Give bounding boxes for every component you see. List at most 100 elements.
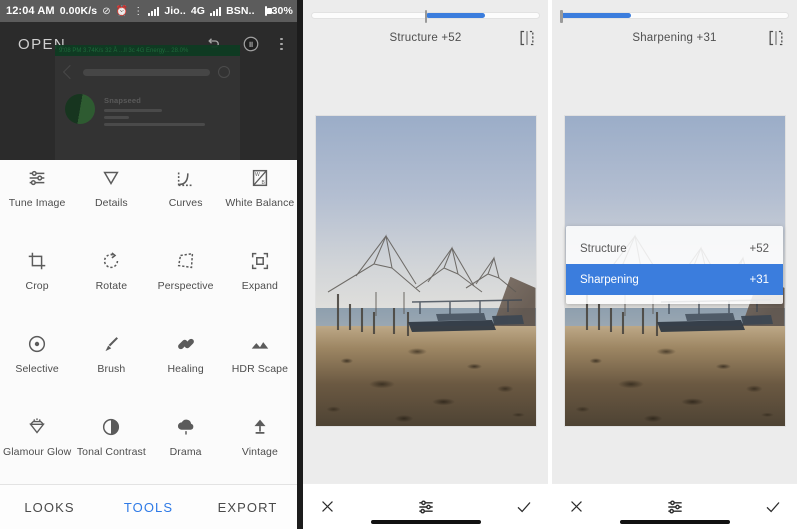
popup-item-structure[interactable]: Structure +52 (566, 233, 783, 264)
ghost-app-text: Snapseed (104, 94, 230, 126)
adjust-sliders-icon[interactable] (416, 497, 436, 517)
selective-icon (25, 332, 49, 356)
photo-canvas[interactable]: Structure +52 Sharpening +31 (552, 62, 797, 483)
tools-grid: Tune Image Details Curves W B White Bala… (0, 160, 297, 529)
tools-grid-scroll[interactable]: Tune Image Details Curves W B White Bala… (0, 160, 297, 518)
dimmed-overlay-region: 12:04 AM 0.00K/s ⊘ ⏰ ⋮ Jio.. 4G BSN.. 30… (0, 0, 297, 160)
tool-hdr-scape[interactable]: HDR Scape (223, 326, 297, 409)
rotate-icon (99, 249, 123, 273)
ghost-app-row: Snapseed (55, 88, 240, 132)
tool-tune-image[interactable]: Tune Image (0, 160, 74, 243)
tool-expand[interactable]: Expand (223, 243, 297, 326)
check-icon[interactable] (514, 497, 534, 517)
structure-slider-handle[interactable] (424, 10, 427, 23)
ghost-search-row (55, 56, 240, 88)
tool-glamour-glow[interactable]: Glamour Glow (0, 409, 74, 492)
tool-details[interactable]: Details (74, 160, 148, 243)
popup-item-sharpening[interactable]: Sharpening +31 (566, 264, 783, 296)
close-icon[interactable] (566, 497, 586, 517)
tab-export[interactable]: EXPORT (198, 500, 297, 515)
sharpening-edit-panel: Sharpening +31 Structure +52 Sharpening … (552, 0, 797, 529)
tool-label: Perspective (157, 280, 214, 292)
healing-icon (174, 332, 198, 356)
sharpening-slider-fill (561, 13, 632, 18)
details-icon (99, 166, 123, 190)
overflow-menu-icon[interactable] (280, 37, 283, 51)
tool-label: Rotate (95, 280, 128, 292)
tool-perspective[interactable]: Perspective (149, 243, 223, 326)
popup-item-name: Sharpening (580, 273, 639, 286)
tool-label: Expand (241, 280, 278, 292)
edited-photo[interactable] (315, 115, 536, 426)
structure-bottom-bar (303, 483, 548, 529)
tool-label: Brush (97, 363, 126, 375)
popup-item-value: +31 (749, 273, 769, 286)
tool-drama[interactable]: Drama (149, 409, 223, 492)
structure-slider-track[interactable] (311, 10, 540, 23)
glamour-glow-icon (25, 415, 49, 439)
close-icon[interactable] (317, 497, 337, 517)
sharpening-label-row: Sharpening +31 (560, 30, 789, 46)
tool-crop[interactable]: Crop (0, 243, 74, 326)
brush-icon (99, 332, 123, 356)
android-status-bar: 12:04 AM 0.00K/s ⊘ ⏰ ⋮ Jio.. 4G BSN.. 30… (0, 0, 297, 22)
alarm-icon: ⏰ (115, 5, 129, 17)
sharpening-slider-handle[interactable] (560, 10, 563, 23)
snapseed-tools-panel: 12:04 AM 0.00K/s ⊘ ⏰ ⋮ Jio.. 4G BSN.. 30… (0, 0, 297, 529)
tool-label: Glamour Glow (2, 446, 72, 458)
photo-fishing-nets (327, 233, 524, 336)
tool-rotate[interactable]: Rotate (74, 243, 148, 326)
drama-icon (174, 415, 198, 439)
status-network-type: 4G (190, 5, 206, 17)
tonal-contrast-icon (99, 415, 123, 439)
status-network-speed: 0.00K/s (59, 5, 98, 17)
structure-slider-fill (425, 13, 485, 18)
tool-vintage[interactable]: Vintage (223, 409, 297, 492)
structure-value-label: Structure +52 (389, 32, 462, 44)
tool-white-balance[interactable]: W B White Balance (223, 160, 297, 243)
check-icon[interactable] (763, 497, 783, 517)
tool-label: Tune Image (8, 197, 66, 209)
snapseed-app-icon (65, 94, 95, 124)
tool-healing[interactable]: Healing (149, 326, 223, 409)
structure-slider-area: Structure +52 (303, 0, 548, 62)
tool-selective[interactable]: Selective (0, 326, 74, 409)
adjust-sliders-icon[interactable] (665, 497, 685, 517)
battery-icon (264, 6, 272, 16)
tool-label: Vintage (241, 446, 278, 458)
info-icon[interactable] (242, 35, 260, 53)
tool-curves[interactable]: Curves (149, 160, 223, 243)
sharpening-bottom-bar (552, 483, 797, 529)
expand-icon (248, 249, 272, 273)
perspective-icon (174, 249, 198, 273)
compare-icon[interactable] (518, 30, 536, 46)
gesture-bar (619, 519, 730, 524)
popup-item-value: +52 (749, 242, 769, 255)
svg-text:W: W (255, 172, 260, 178)
tool-label: White Balance (225, 197, 295, 209)
status-carrier-2: BSN.. (226, 5, 255, 17)
tool-label: Selective (15, 363, 59, 375)
tool-label: Curves (168, 197, 203, 209)
structure-edit-panel: Structure +52 (303, 0, 548, 529)
tool-tonal-contrast[interactable]: Tonal Contrast (74, 409, 148, 492)
ghost-status-strip: 9:08 PM 3.74K/s 32 Å ...ll 3c 4G Energy.… (55, 45, 240, 56)
status-time: 12:04 AM (6, 5, 55, 17)
structure-label-row: Structure +52 (311, 30, 540, 46)
mute-icon: ⊘ (102, 5, 111, 17)
photo-canvas[interactable] (303, 62, 548, 483)
tab-looks[interactable]: LOOKS (0, 500, 99, 515)
adjustment-popup-menu[interactable]: Structure +52 Sharpening +31 (566, 226, 783, 305)
crop-icon (25, 249, 49, 273)
tool-label: HDR Scape (231, 363, 289, 375)
compare-icon[interactable] (767, 30, 785, 46)
hdr-scape-icon (248, 332, 272, 356)
sharpening-value-label: Sharpening +31 (632, 32, 717, 44)
tool-brush[interactable]: Brush (74, 326, 148, 409)
white-balance-icon: W B (248, 166, 272, 190)
tab-tools[interactable]: TOOLS (99, 500, 198, 515)
sharpening-slider-track[interactable] (560, 10, 789, 23)
sharpening-slider-area: Sharpening +31 (552, 0, 797, 62)
ghost-search-field (83, 68, 210, 76)
tool-label: Healing (167, 363, 204, 375)
